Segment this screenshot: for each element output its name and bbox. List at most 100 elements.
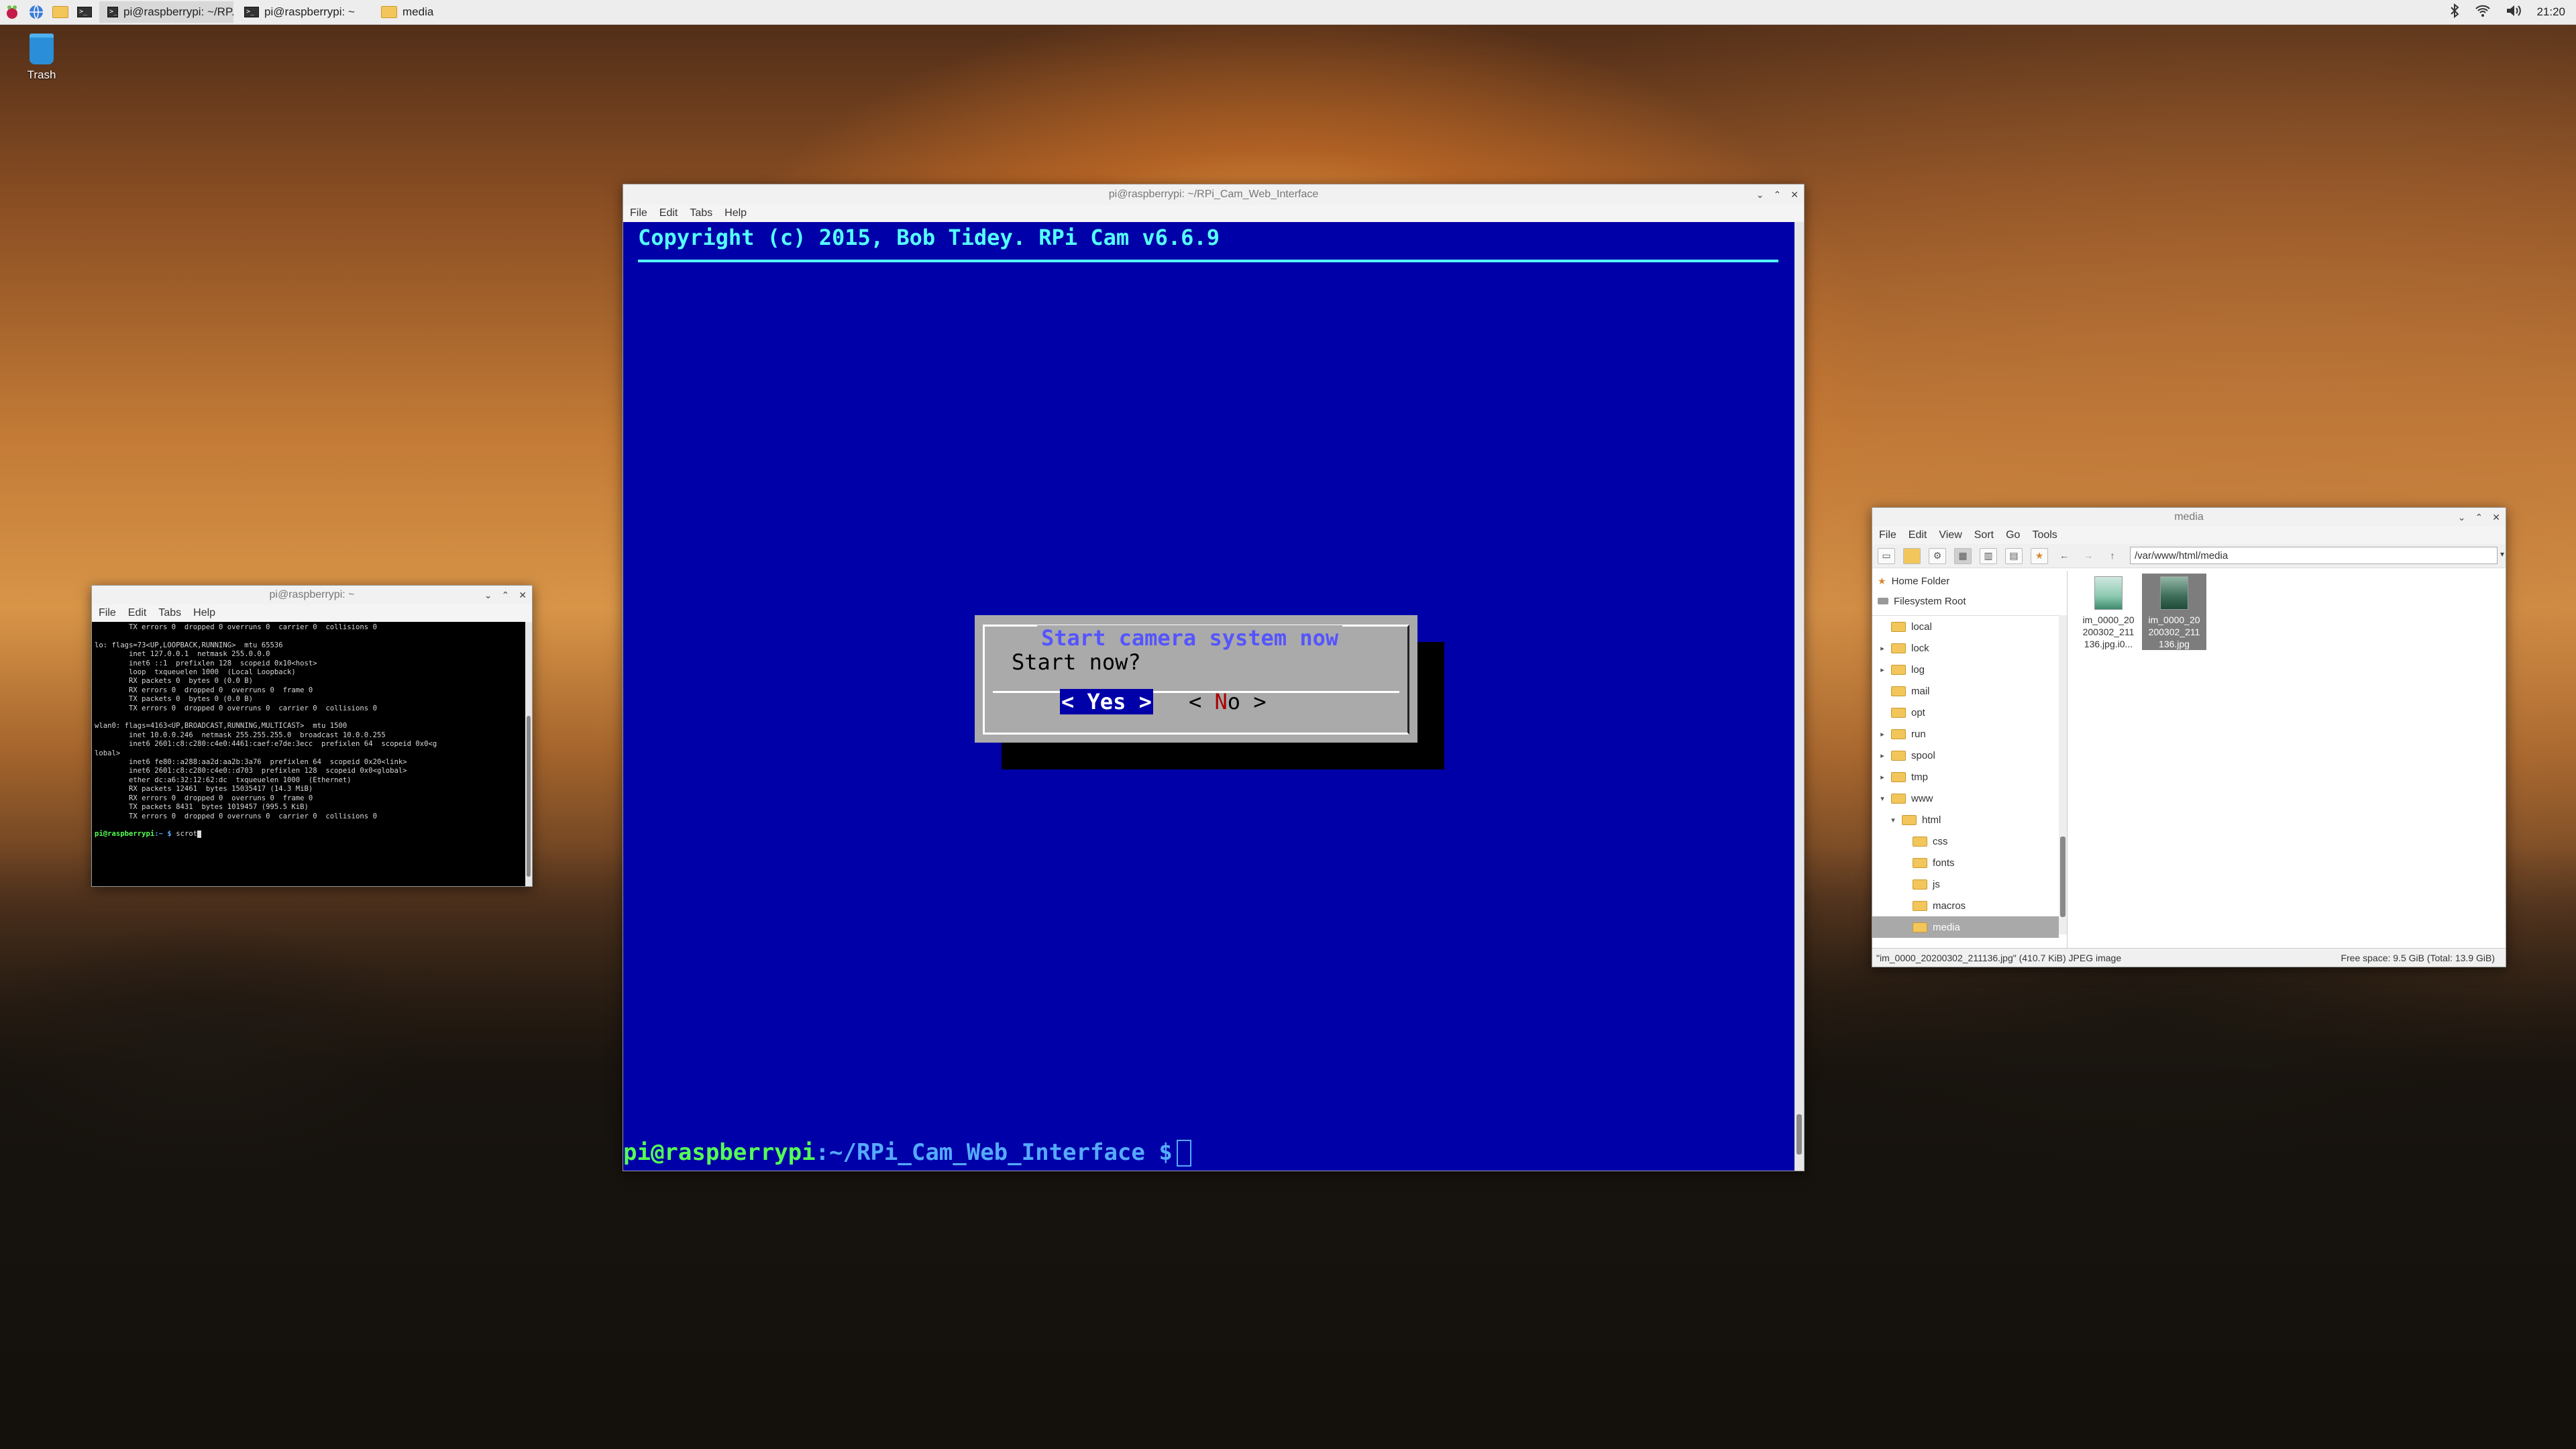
task-small-terminal[interactable]: >_ pi@raspberrypi: ~	[236, 1, 370, 23]
compact-view-icon[interactable]: ▤	[2005, 547, 2023, 564]
tree-item-opt[interactable]: opt	[1872, 702, 2059, 723]
menu-edit[interactable]: Edit	[659, 207, 678, 219]
tree-item-spool[interactable]: ▸ spool	[1872, 745, 2059, 766]
scrollbar-thumb[interactable]	[527, 716, 531, 877]
terminal-prompt: pi@raspberrypi:~ $ scrot	[95, 830, 523, 839]
terminal-launcher-icon[interactable]: >_	[72, 0, 97, 24]
place-label: Filesystem Root	[1894, 595, 1966, 607]
tree-item-mail[interactable]: mail	[1872, 680, 2059, 702]
new-folder-icon[interactable]	[1903, 547, 1921, 564]
clock[interactable]: 21:20	[2536, 5, 2565, 19]
scrollbar[interactable]	[525, 622, 532, 886]
tree-item-macros[interactable]: macros	[1872, 895, 2059, 916]
bookmark-icon[interactable]: ★	[2031, 547, 2048, 564]
tree-scrollbar[interactable]	[2059, 615, 2067, 934]
scrollbar-thumb[interactable]	[2060, 837, 2065, 917]
menu-tabs[interactable]: Tabs	[158, 607, 181, 619]
maximize-icon[interactable]: ⌃	[2475, 512, 2483, 523]
expander-icon[interactable]: ▸	[1879, 751, 1886, 760]
path-input[interactable]: /var/www/html/media	[2130, 547, 2498, 564]
expander-icon[interactable]: ▸	[1879, 730, 1886, 739]
tree-item-tmp[interactable]: ▸ tmp	[1872, 766, 2059, 788]
up-icon[interactable]: ↑	[2104, 549, 2121, 564]
desktop-trash[interactable]: Trash	[20, 34, 63, 82]
wifi-icon[interactable]	[2475, 4, 2491, 21]
terminal-line: TX errors 0 dropped 0 overruns 0 carrier…	[95, 812, 377, 820]
titlebar[interactable]: pi@raspberrypi: ~/RPi_Cam_Web_Interface …	[623, 184, 1804, 205]
tree-item-js[interactable]: js	[1872, 873, 2059, 895]
tree-item-run[interactable]: ▸ run	[1872, 723, 2059, 745]
tree-item-fonts[interactable]: fonts	[1872, 852, 2059, 873]
scrollbar[interactable]	[1794, 222, 1804, 1171]
folder-icon	[1891, 793, 1906, 804]
directory-tree: local ▸ lock ▸ log mail opt ▸ run ▸ spool ▸ tmp ▾ www ▾…	[1872, 615, 2059, 938]
menu-view[interactable]: View	[1939, 529, 1962, 541]
menu-file[interactable]: File	[630, 207, 647, 219]
tree-item-local[interactable]: local	[1872, 616, 2059, 637]
expander-icon[interactable]: ▸	[1879, 644, 1886, 653]
expander-icon[interactable]: ▸	[1879, 773, 1886, 782]
terminal-line: inet6 fe80::a288:aa2d:aa2b:3a76 prefixle…	[95, 758, 407, 767]
terminal-output[interactable]: TX errors 0 dropped 0 overruns 0 carrier…	[92, 622, 525, 886]
task-main-terminal[interactable]: >_ pi@raspberrypi: ~/RP...	[99, 1, 233, 23]
close-icon[interactable]: ✕	[519, 590, 527, 601]
menu-tabs[interactable]: Tabs	[690, 207, 712, 219]
small-terminal-window: pi@raspberrypi: ~ ⌄ ⌃ ✕ File Edit Tabs H…	[91, 585, 533, 887]
minimize-icon[interactable]: ⌄	[484, 590, 492, 601]
volume-icon[interactable]	[2506, 4, 2522, 21]
tree-item-log[interactable]: ▸ log	[1872, 659, 2059, 680]
tree-item-www[interactable]: ▾ www	[1872, 788, 2059, 809]
tree-item-lock[interactable]: ▸ lock	[1872, 637, 2059, 659]
file-item-selected[interactable]: im_0000_20 200302_211 136.jpg	[2142, 574, 2206, 650]
file-item[interactable]: im_0000_20 200302_211 136.jpg.i0...	[2076, 574, 2141, 650]
terminal-line: inet 10.0.0.246 netmask 255.255.255.0 br…	[95, 731, 386, 739]
minimize-icon[interactable]: ⌄	[1756, 189, 1764, 201]
place-filesystem-root[interactable]: Filesystem Root	[1872, 591, 2067, 611]
expander-icon[interactable]: ▸	[1879, 665, 1886, 674]
file-manager-window: media ⌄ ⌃ ✕ File Edit View Sort Go Tools…	[1872, 507, 2506, 967]
expander-icon[interactable]: ▾	[1890, 816, 1896, 824]
menu-go[interactable]: Go	[2006, 529, 2020, 541]
titlebar[interactable]: media ⌄ ⌃ ✕	[1872, 508, 2506, 527]
browser-icon[interactable]	[24, 0, 48, 24]
task-file-manager[interactable]: media	[373, 1, 507, 23]
tree-item-html[interactable]: ▾ html	[1872, 809, 2059, 830]
close-icon[interactable]: ✕	[2492, 512, 2500, 523]
menu-help[interactable]: Help	[724, 207, 747, 219]
thumbnail-view-icon[interactable]: ▥	[1980, 547, 1997, 564]
bluetooth-icon[interactable]	[2449, 3, 2460, 21]
place-home-folder[interactable]: ★ Home Folder	[1872, 571, 2067, 591]
menu-sort[interactable]: Sort	[1974, 529, 1994, 541]
yes-button[interactable]: < Yes >	[1060, 689, 1153, 714]
raspberry-menu-icon[interactable]	[0, 0, 24, 24]
menu-file[interactable]: File	[1879, 529, 1896, 541]
icon-view-icon[interactable]: ▦	[1954, 547, 1972, 564]
menu-edit[interactable]: Edit	[128, 607, 147, 619]
menu-help[interactable]: Help	[193, 607, 215, 619]
titlebar[interactable]: pi@raspberrypi: ~ ⌄ ⌃ ✕	[92, 586, 532, 604]
close-icon[interactable]: ✕	[1790, 189, 1799, 201]
terminal-line: TX packets 0 bytes 0 (0.0 B)	[95, 695, 253, 704]
maximize-icon[interactable]: ⌃	[502, 590, 510, 601]
menu-file[interactable]: File	[99, 607, 116, 619]
scrollbar-thumb[interactable]	[1796, 1114, 1802, 1155]
minimize-icon[interactable]: ⌄	[2458, 512, 2466, 523]
tree-item-media[interactable]: media	[1872, 916, 2059, 938]
properties-icon[interactable]: ⚙	[1929, 547, 1946, 564]
menu-tools[interactable]: Tools	[2032, 529, 2057, 541]
terminal-line: RX packets 0 bytes 0 (0.0 B)	[95, 677, 253, 686]
expander-icon[interactable]: ▾	[1879, 794, 1886, 803]
new-window-icon[interactable]: ▭	[1878, 547, 1895, 564]
terminal-screen[interactable]: Copyright (c) 2015, Bob Tidey. RPi Cam v…	[623, 222, 1794, 1171]
no-button[interactable]: < No >	[1189, 689, 1267, 714]
forward-icon[interactable]: →	[2080, 549, 2096, 564]
path-dropdown-icon[interactable]: ▾	[2500, 549, 2504, 559]
maximize-icon[interactable]: ⌃	[1774, 189, 1782, 201]
terminal-line: RX errors 0 dropped 0 overruns 0 frame 0	[95, 686, 313, 694]
menu-edit[interactable]: Edit	[1909, 529, 1927, 541]
tree-item-css[interactable]: css	[1872, 830, 2059, 852]
file-manager-launcher-icon[interactable]	[48, 0, 72, 24]
back-icon[interactable]: ←	[2056, 549, 2072, 564]
